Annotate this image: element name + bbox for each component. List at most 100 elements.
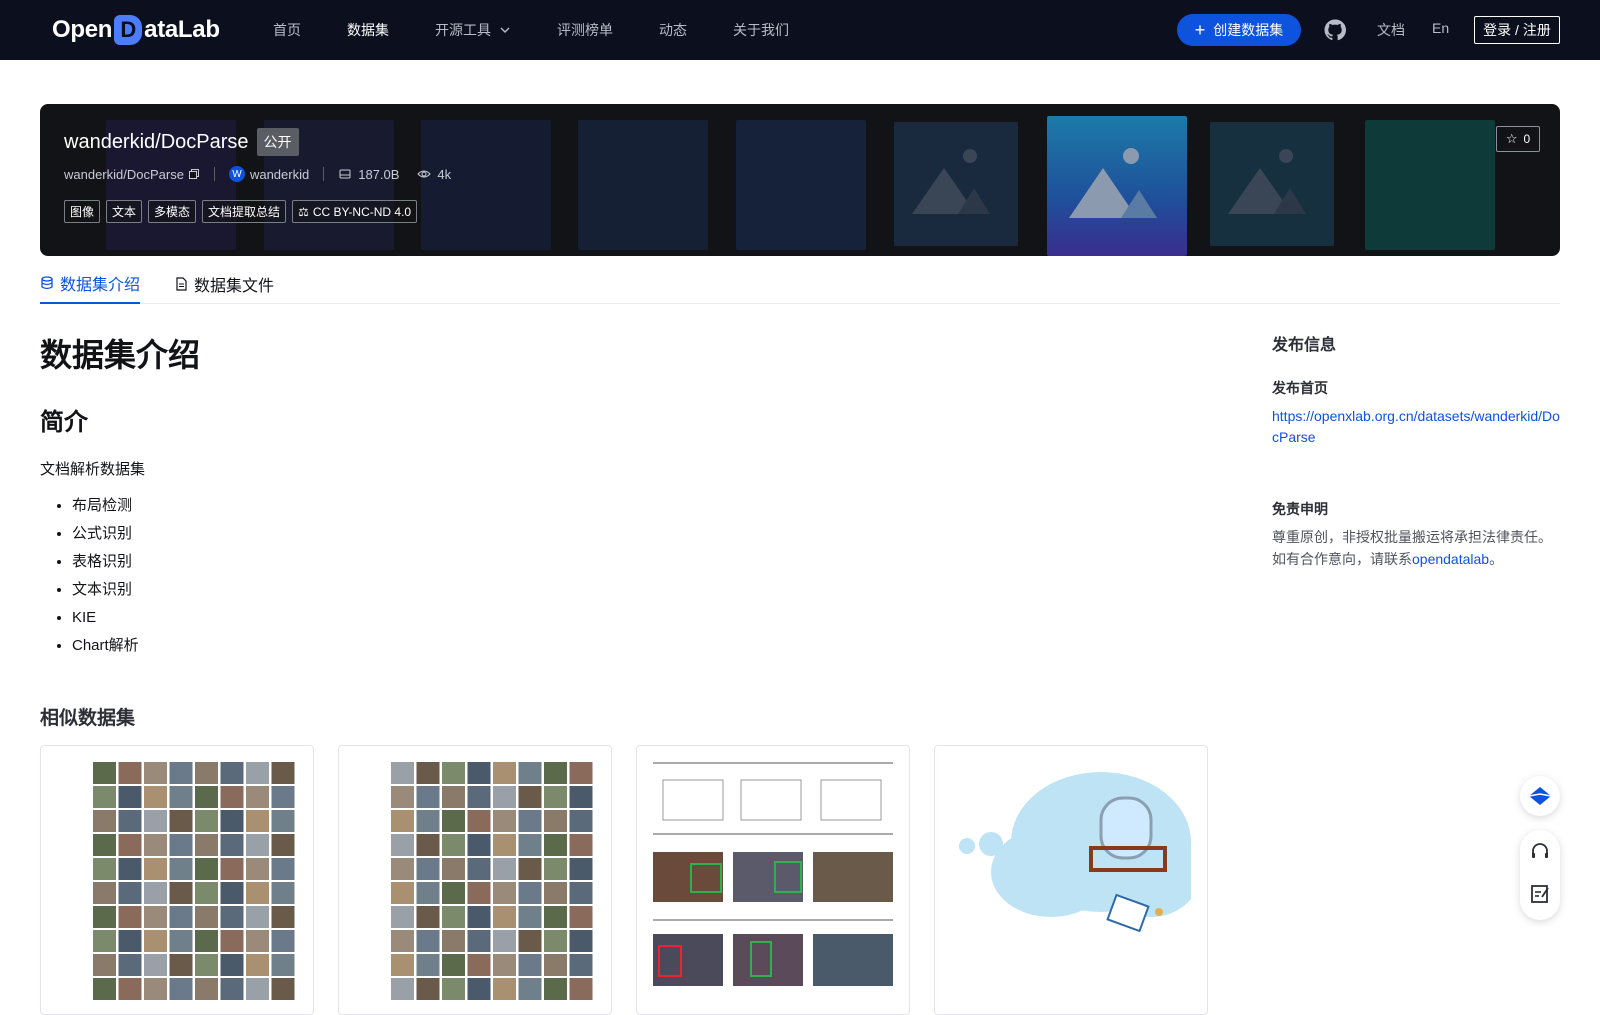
floating-actions [1520,830,1560,920]
thumbnail-cell [246,906,269,928]
publish-info-heading: 发布信息 [1272,337,1337,354]
opendatalab-logo[interactable]: Open DataLab [52,14,220,46]
thumbnail-cell [169,834,193,856]
thumbnail-cell [544,954,567,976]
thumbnail-cell [195,834,218,856]
tag-multimodal[interactable]: 多模态 [148,200,197,223]
thumbnail-cell [144,762,167,784]
thumbnail-cell [93,762,116,784]
thumbnail-cell [118,882,142,904]
thumbnail-cell [144,882,167,904]
thumbnail-cell [220,786,244,808]
thumbnail-cell [118,786,142,808]
thumbnail-cell [195,762,218,784]
thumbnail-cell [93,834,116,856]
tag-doc-extraction[interactable]: 文档提取总结 [202,200,287,223]
thumbnail-cell [493,762,516,784]
thumbnail-cell [246,810,269,832]
nav-link-about[interactable]: 关于我们 [733,20,789,40]
headset-icon[interactable] [1528,840,1552,864]
similar-dataset-card[interactable] [40,745,314,1015]
thumbnail-cell [271,930,295,952]
thumbnail-cell [220,978,244,1000]
thumbnail-cell [569,762,593,784]
thumbnail-cell [569,930,593,952]
thumbnail-cell [144,786,167,808]
list-item: Chart解析 [72,636,139,664]
thumbnail-cell [493,954,516,976]
thumbnail-cell [416,930,440,952]
feature-list: 布局检测 公式识别 表格识别 文本识别 KIE Chart解析 [72,496,139,664]
thumbnail-cell [195,882,218,904]
thumbnail-cell [569,954,593,976]
feedback-icon[interactable] [1528,882,1552,906]
thumbnail-cell [93,954,116,976]
thumbnail-cell [169,762,193,784]
nav-link-tools[interactable]: 开源工具 [435,20,511,40]
similar-datasets-heading: 相似数据集 [40,708,136,729]
language-switch[interactable]: En [1432,20,1449,36]
thumbnail-cell [118,906,142,928]
nav-link-home[interactable]: 首页 [273,20,301,40]
owner-name[interactable]: wanderkid [250,167,309,182]
tag-text[interactable]: 文本 [106,200,143,223]
tag-image[interactable]: 图像 [64,200,101,223]
list-item: 布局检测 [72,496,139,524]
thumbnail-cell [246,954,269,976]
tab-introduction[interactable]: 数据集介绍 [40,264,141,304]
thumbnail-cell [518,882,542,904]
image-grid-thumbnail [355,762,595,1002]
tab-files[interactable]: 数据集文件 [174,264,274,304]
login-register-button[interactable]: 登录 / 注册 [1474,16,1560,44]
similar-dataset-card[interactable] [934,745,1208,1015]
thumbnail-cell [169,858,193,880]
opendatalab-contact-link[interactable]: opendatalab [1412,551,1489,567]
similar-dataset-card[interactable] [338,745,612,1015]
floating-logo-button[interactable] [1520,776,1560,816]
license-tag[interactable]: ⚖ CC BY-NC-ND 4.0 [292,200,418,223]
disclaimer-label: 免责申明 [1272,501,1328,517]
section-heading: 简介 [40,409,88,436]
nav-link-datasets[interactable]: 数据集 [347,20,389,40]
similar-dataset-card[interactable] [636,745,910,1015]
thumbnail-cell [544,786,567,808]
thumbnail-cell [569,906,593,928]
thumbnail-cell [391,810,414,832]
thumbnail-cell [416,978,440,1000]
thumbnail-cell [442,906,465,928]
thumbnail-cell [271,786,295,808]
thumbnail-cell [271,810,295,832]
thumbnail-cell [442,858,465,880]
thumbnail-cell [271,882,295,904]
copy-icon[interactable] [188,168,200,180]
nav-docs-link[interactable]: 文档 [1377,20,1405,40]
thumbnail-cell [518,930,542,952]
image-placeholder-icon [1047,116,1187,256]
thumbnail-cell [416,786,440,808]
thumbnail-cell [391,882,414,904]
nav-link-news[interactable]: 动态 [659,20,687,40]
dataset-tabs: 数据集介绍 数据集文件 [40,264,1560,304]
thumbnail-cell [493,882,516,904]
thumbnail-cell [467,762,491,784]
tag-list: 图像 文本 多模态 文档提取总结 ⚖ CC BY-NC-ND 4.0 [64,200,423,223]
nav-link-leaderboard[interactable]: 评测榜单 [557,20,613,40]
thumbnail-cell [118,954,142,976]
github-icon[interactable] [1323,18,1347,42]
thumbnail-cell [118,834,142,856]
thumbnail-cell [169,810,193,832]
thumbnail-cell [246,762,269,784]
list-item: 公式识别 [72,524,139,552]
thumbnail-cell [391,858,414,880]
thumbnail-cell [220,930,244,952]
star-icon: ☆ [1505,131,1518,146]
create-dataset-button[interactable]: + 创建数据集 [1177,14,1301,46]
homepage-link[interactable]: https://openxlab.org.cn/datasets/wanderk… [1272,406,1562,448]
star-button[interactable]: ☆ 0 [1496,126,1540,152]
thumbnail-cell [246,858,269,880]
thumbnail-cell [518,834,542,856]
thumbnail-cell [93,930,116,952]
tab-files-label: 数据集文件 [194,278,275,295]
banner-tile [421,120,551,250]
thumbnail-cell [220,906,244,928]
